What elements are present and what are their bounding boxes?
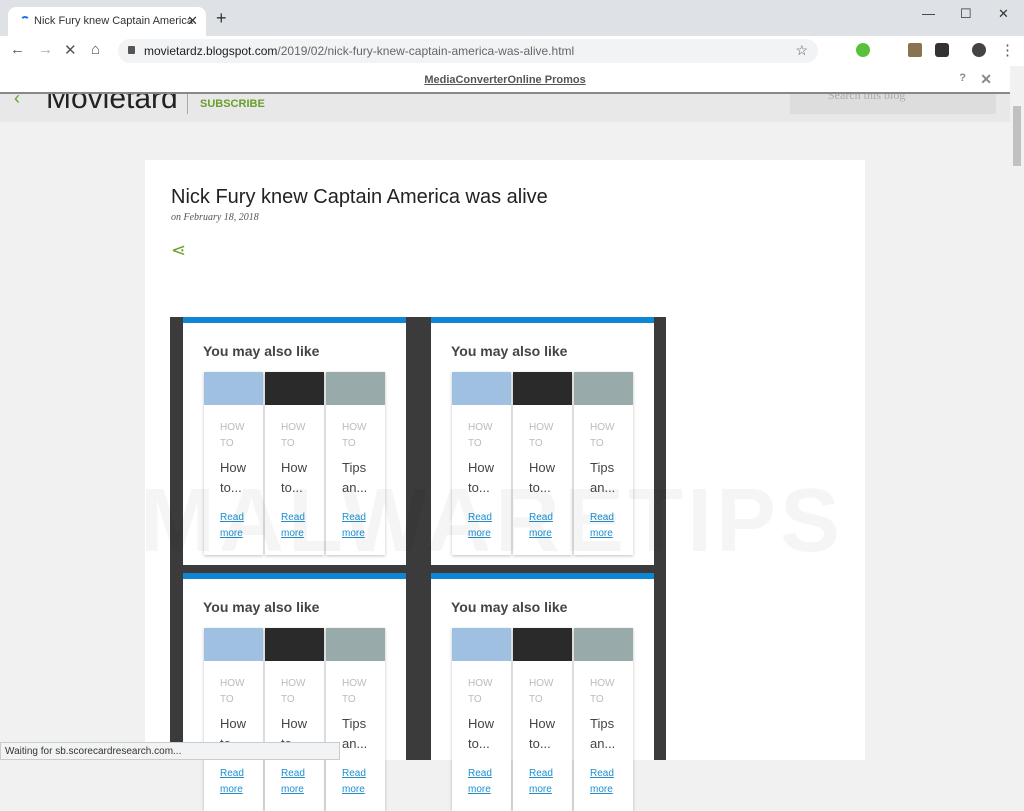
menu-icon[interactable]: ⋮ bbox=[1000, 41, 1015, 59]
promo-link[interactable]: MediaConverterOnline Promos bbox=[424, 74, 585, 86]
extension-icon[interactable] bbox=[856, 43, 870, 57]
ad-thumbnail bbox=[513, 628, 572, 661]
ad-thumbnail bbox=[265, 628, 324, 661]
close-window-button[interactable]: ✕ bbox=[998, 6, 1009, 22]
ad-category: HOW TO bbox=[342, 678, 367, 705]
ad-card[interactable]: You may also like HOW TOHow to...Read mor… bbox=[183, 573, 406, 811]
ad-category: HOW TO bbox=[220, 678, 245, 705]
promo-bar: MediaConverterOnline Promos? ✕ bbox=[0, 66, 1010, 94]
ad-thumbnail bbox=[574, 628, 633, 661]
new-tab-button[interactable]: + bbox=[216, 8, 227, 29]
share-icon[interactable]: ⋖ bbox=[171, 240, 186, 261]
address-bar[interactable]: movietardz.blogspot.com/2019/02/nick-fur… bbox=[118, 39, 818, 63]
ad-thumbnail bbox=[452, 628, 511, 661]
ad-category: HOW TO bbox=[529, 678, 554, 705]
lock-icon bbox=[128, 46, 135, 54]
search-input[interactable]: Search this blog bbox=[790, 94, 996, 114]
search-placeholder: Search this blog bbox=[828, 94, 906, 102]
ad-title: Tips an... bbox=[342, 716, 368, 751]
ad-thumbnail bbox=[326, 628, 385, 661]
home-button[interactable]: ⌂ bbox=[91, 41, 100, 58]
ad-heading: You may also like bbox=[451, 599, 568, 615]
divider bbox=[187, 94, 188, 114]
maximize-button[interactable]: ☐ bbox=[960, 6, 972, 22]
ad-category: HOW TO bbox=[220, 422, 245, 449]
ad-thumbnail bbox=[204, 628, 263, 661]
ad-category: HOW TO bbox=[590, 678, 615, 705]
ad-item[interactable]: HOW TO How to... Read more bbox=[513, 628, 572, 811]
post-title: Nick Fury knew Captain America was alive bbox=[171, 186, 548, 208]
ad-thumbnail bbox=[513, 372, 572, 405]
ad-category: HOW TO bbox=[281, 422, 306, 449]
status-bar: Waiting for sb.scorecardresearch.com... bbox=[0, 742, 340, 760]
ad-category: HOW TO bbox=[281, 678, 306, 705]
extension-icon[interactable] bbox=[908, 43, 922, 57]
post-date: on February 18, 2018 bbox=[171, 212, 259, 223]
ad-title: How to... bbox=[468, 716, 495, 751]
title-bar: Nick Fury knew Captain America ✕ + — ☐ ✕ bbox=[0, 0, 1024, 36]
tab-title: Nick Fury knew Captain America bbox=[34, 15, 193, 27]
ad-title: Tips an... bbox=[590, 716, 616, 751]
read-more-link[interactable]: Read more bbox=[281, 766, 321, 798]
ad-thumbnail bbox=[204, 372, 263, 405]
ad-category: HOW TO bbox=[468, 678, 493, 705]
blog-header: ‹ Movietard SUBSCRIBE Search this blog bbox=[0, 94, 1010, 122]
ad-category: HOW TO bbox=[468, 422, 493, 449]
ad-thumbnail bbox=[574, 372, 633, 405]
ad-item[interactable]: HOW TOHow to...Read more bbox=[204, 628, 263, 811]
ad-thumbnail bbox=[452, 372, 511, 405]
stop-button[interactable]: ✕ bbox=[64, 41, 77, 59]
ad-category: HOW TO bbox=[342, 422, 367, 449]
minimize-button[interactable]: — bbox=[922, 6, 935, 21]
ad-heading: You may also like bbox=[203, 599, 320, 615]
read-more-link[interactable]: Read more bbox=[529, 766, 569, 798]
bookmark-star-icon[interactable]: ☆ bbox=[795, 42, 808, 59]
read-more-link[interactable]: Read more bbox=[220, 766, 260, 798]
ad-item[interactable]: HOW TOHow to...Read more bbox=[265, 628, 324, 811]
ad-item[interactable]: HOW TO Tips an... Read more bbox=[326, 628, 385, 811]
toolbar: ← → ✕ ⌂ movietardz.blogspot.com/2019/02/… bbox=[0, 36, 1024, 66]
profile-icon[interactable] bbox=[972, 43, 986, 57]
extension-icon[interactable] bbox=[935, 43, 949, 57]
ad-title: How to... bbox=[529, 716, 556, 751]
scrollbar-thumb[interactable] bbox=[1013, 106, 1021, 166]
subscribe-button[interactable]: SUBSCRIBE bbox=[200, 98, 265, 110]
close-tab-icon[interactable]: ✕ bbox=[187, 13, 198, 29]
ad-item[interactable]: HOW TO Tips an... Read more bbox=[574, 628, 633, 811]
watermark: MALWARETIPS bbox=[140, 470, 844, 573]
read-more-link[interactable]: Read more bbox=[590, 766, 630, 798]
read-more-link[interactable]: Read more bbox=[468, 766, 508, 798]
ad-thumbnail bbox=[326, 372, 385, 405]
ad-item[interactable]: HOW TO How to... Read more bbox=[452, 628, 511, 811]
ad-heading: You may also like bbox=[451, 343, 568, 359]
url-host: movietardz.blogspot.com bbox=[144, 44, 278, 58]
ad-card[interactable]: You may also like HOW TO How to... Read mor… bbox=[431, 573, 654, 811]
back-arrow-icon[interactable]: ‹ bbox=[14, 94, 20, 109]
blog-logo[interactable]: Movietard bbox=[46, 94, 178, 116]
forward-button[interactable]: → bbox=[38, 41, 53, 58]
loading-icon bbox=[20, 16, 30, 26]
scrollbar[interactable] bbox=[1010, 66, 1024, 760]
ad-thumbnail bbox=[265, 372, 324, 405]
url-path: /2019/02/nick-fury-knew-captain-america-… bbox=[277, 44, 575, 58]
back-button[interactable]: ← bbox=[10, 41, 25, 58]
tab-active[interactable]: Nick Fury knew Captain America ✕ bbox=[8, 7, 206, 36]
ad-heading: You may also like bbox=[203, 343, 320, 359]
close-promo-icon[interactable]: ✕ bbox=[980, 71, 992, 88]
help-icon[interactable]: ? bbox=[959, 72, 966, 84]
read-more-link[interactable]: Read more bbox=[342, 766, 382, 798]
ad-category: HOW TO bbox=[529, 422, 554, 449]
ad-category: HOW TO bbox=[590, 422, 615, 449]
